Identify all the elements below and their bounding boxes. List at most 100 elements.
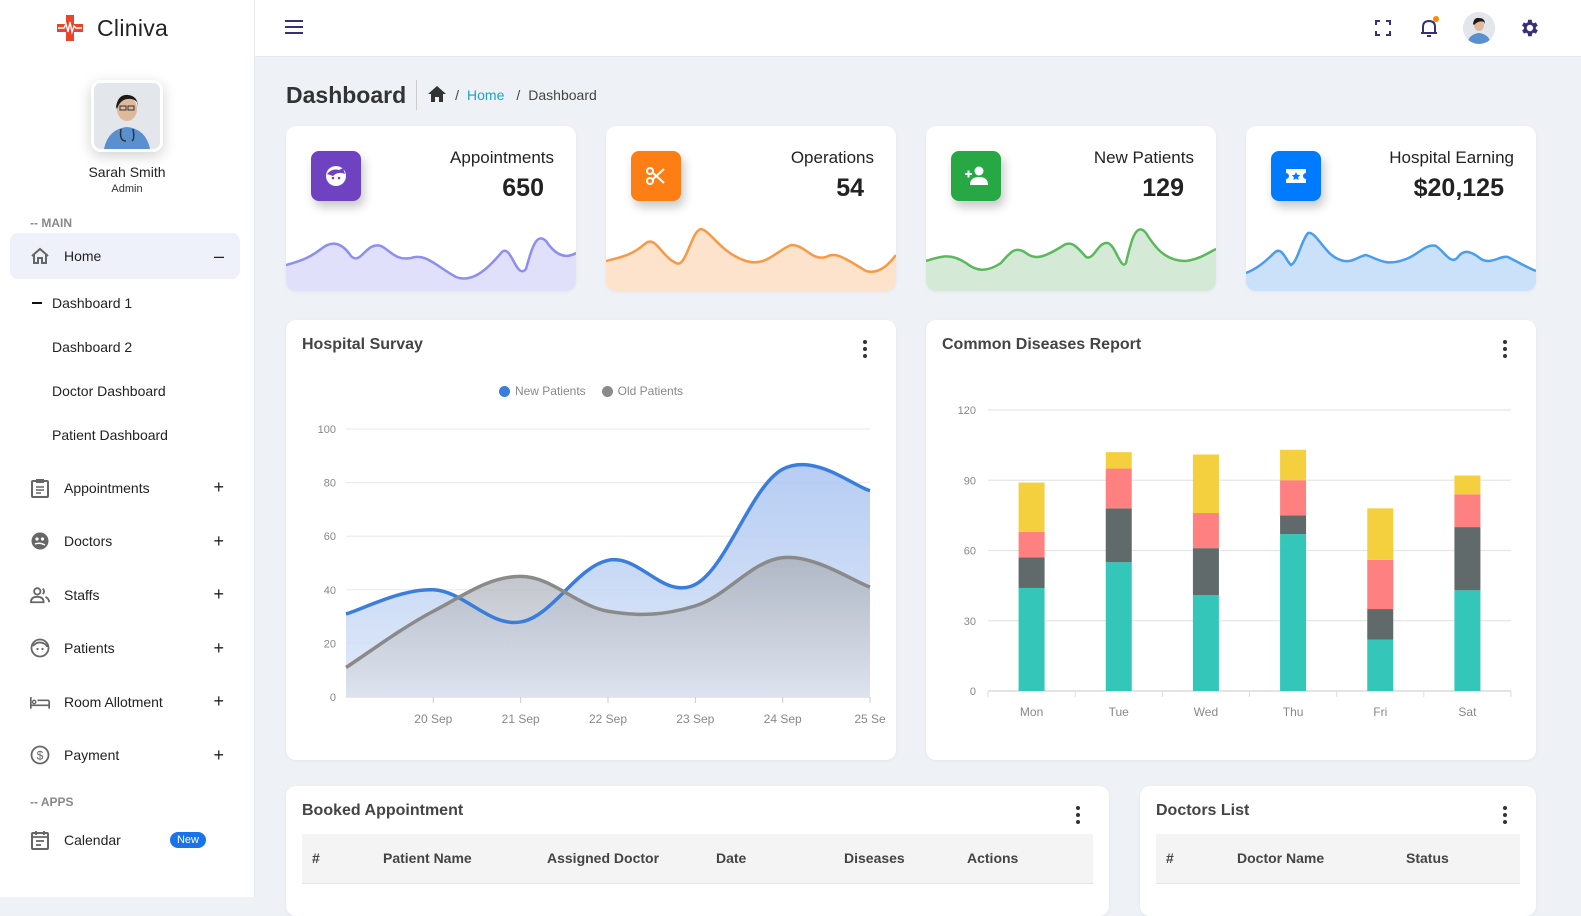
sparkline-area: [606, 229, 896, 291]
card-title: Booked Appointment: [302, 802, 464, 819]
sidebar-item-label: Room Allotment: [64, 693, 163, 710]
column-header-assigned-doctor[interactable]: Assigned Doctor: [547, 850, 659, 866]
appointments-sparkline: [286, 237, 576, 291]
y-tick-label: 90: [964, 475, 976, 487]
section-apps-label: -- APPS: [30, 795, 74, 809]
expand-toggle-icon[interactable]: +: [213, 638, 224, 659]
column-header-date[interactable]: Date: [716, 850, 746, 866]
sidebar-item-staffs[interactable]: Staffs +: [10, 568, 240, 622]
expand-toggle-icon[interactable]: +: [213, 477, 224, 498]
stat-card-appointments: Appointments 650: [286, 126, 576, 291]
x-tick-label: 22 Sep: [589, 712, 627, 726]
breadcrumb-home-icon[interactable]: [427, 85, 447, 106]
sidebar-item-doctors[interactable]: Doctors +: [10, 515, 240, 569]
doctors-list-table-header: # Doctor Name Status: [1156, 834, 1520, 884]
scissors-icon: [631, 151, 681, 201]
bar-segment-fri: [1367, 559, 1394, 610]
subitem-label: Doctor Dashboard: [52, 383, 166, 399]
booked-appointment-table-header: # Patient Name Assigned Doctor Date Dise…: [302, 834, 1093, 884]
settings-gear-icon[interactable]: [1517, 16, 1541, 40]
clipboard-icon: [30, 478, 50, 498]
y-tick-label: 60: [964, 546, 976, 558]
column-header-actions[interactable]: Actions: [967, 850, 1018, 866]
stat-value: 129: [1142, 174, 1184, 202]
y-tick-label: 80: [324, 478, 336, 490]
more-options-icon[interactable]: [1075, 806, 1081, 824]
bar-segment-tue: [1105, 562, 1132, 691]
x-tick-label: Fri: [1373, 705, 1387, 719]
y-tick-label: 120: [958, 405, 976, 417]
appointments-face-icon: [311, 151, 361, 201]
bar-segment-tue: [1105, 468, 1132, 509]
sidebar-item-appointments[interactable]: Appointments +: [10, 461, 240, 515]
notification-dot: [1433, 16, 1439, 22]
y-tick-label: 0: [970, 686, 976, 698]
active-dash-icon: [32, 302, 42, 304]
notification-bell-icon[interactable]: [1417, 16, 1441, 40]
operations-sparkline: [606, 227, 896, 291]
column-header-doctor-name[interactable]: Doctor Name: [1237, 850, 1324, 866]
face-icon: [30, 638, 50, 658]
x-tick-label: 21 Sep: [502, 712, 540, 726]
brand[interactable]: Cliniva: [0, 0, 254, 56]
bar-segment-mon: [1018, 587, 1045, 691]
sidebar-item-label: Calendar: [64, 832, 121, 848]
bar-segment-mon: [1018, 531, 1045, 558]
sidebar-subitem-dashboard-1[interactable]: Dashboard 1: [0, 281, 254, 325]
sidebar-subitem-patient-dashboard[interactable]: Patient Dashboard: [0, 413, 254, 457]
hospital-earning-sparkline: [1246, 231, 1536, 291]
bar-segment-fri: [1367, 639, 1394, 691]
sidebar-item-label: Home: [64, 248, 102, 264]
bar-segment-sat: [1454, 527, 1481, 591]
home-icon: [30, 246, 50, 266]
sidebar-subitem-doctor-dashboard[interactable]: Doctor Dashboard: [0, 369, 254, 413]
x-tick-label: 25 Se: [854, 712, 886, 726]
add-person-icon: [951, 151, 1001, 201]
x-tick-label: 23 Sep: [676, 712, 714, 726]
column-header-status[interactable]: Status: [1406, 850, 1449, 866]
breadcrumb-current: Dashboard: [528, 87, 597, 103]
user-avatar[interactable]: [1463, 12, 1495, 44]
page-title: Dashboard: [286, 80, 418, 110]
x-tick-label: Tue: [1109, 705, 1130, 719]
column-header-patient-name[interactable]: Patient Name: [383, 850, 472, 866]
sidebar-item-calendar[interactable]: Calendar New: [10, 812, 240, 868]
fullscreen-icon[interactable]: [1371, 16, 1395, 40]
subitem-label: Patient Dashboard: [52, 427, 168, 443]
column-header-number[interactable]: #: [312, 850, 320, 866]
expand-toggle-icon[interactable]: +: [213, 531, 224, 552]
column-header-number[interactable]: #: [1166, 850, 1174, 866]
expand-toggle-icon[interactable]: +: [213, 691, 224, 712]
sidebar-item-label: Payment: [64, 747, 120, 764]
bar-segment-fri: [1367, 609, 1394, 640]
bar-segment-wed: [1192, 513, 1219, 549]
stat-label: Operations: [790, 148, 874, 167]
sidebar-item-patients[interactable]: Patients +: [10, 622, 240, 676]
dollar-icon: $: [30, 745, 50, 765]
breadcrumb-home-link[interactable]: Home: [467, 87, 504, 103]
bar-segment-sat: [1454, 590, 1481, 691]
bar-segment-tue: [1105, 452, 1132, 469]
expand-toggle-icon[interactable]: +: [213, 745, 224, 766]
bar-segment-wed: [1192, 594, 1219, 691]
medical-cross-logo-icon: [57, 15, 83, 41]
common-diseases-card: Common Diseases Report 0 30 60 90 120 Mon Tue W…: [926, 320, 1536, 760]
doctor-face-icon: [30, 531, 50, 551]
sidebar-item-home[interactable]: Home –: [10, 233, 240, 279]
sidebar-subitem-dashboard-2[interactable]: Dashboard 2: [0, 325, 254, 369]
profile-avatar[interactable]: [91, 80, 163, 152]
bed-icon: [30, 692, 50, 712]
bar-segment-thu: [1280, 480, 1307, 516]
bar-segment-thu: [1280, 534, 1307, 691]
sidebar-item-room-allotment[interactable]: Room Allotment +: [10, 675, 240, 729]
card-title: Doctors List: [1156, 802, 1250, 819]
ticket-star-icon: [1271, 151, 1321, 201]
expand-toggle-icon[interactable]: +: [213, 584, 224, 605]
column-header-diseases[interactable]: Diseases: [844, 850, 905, 866]
menu-toggle-icon[interactable]: [285, 20, 303, 34]
more-options-icon[interactable]: [1502, 806, 1508, 824]
y-tick-label: 30: [964, 616, 976, 628]
collapse-toggle-icon[interactable]: –: [214, 246, 224, 267]
sidebar-item-payment[interactable]: $ Payment +: [10, 729, 240, 783]
y-tick-label: 0: [330, 692, 336, 704]
